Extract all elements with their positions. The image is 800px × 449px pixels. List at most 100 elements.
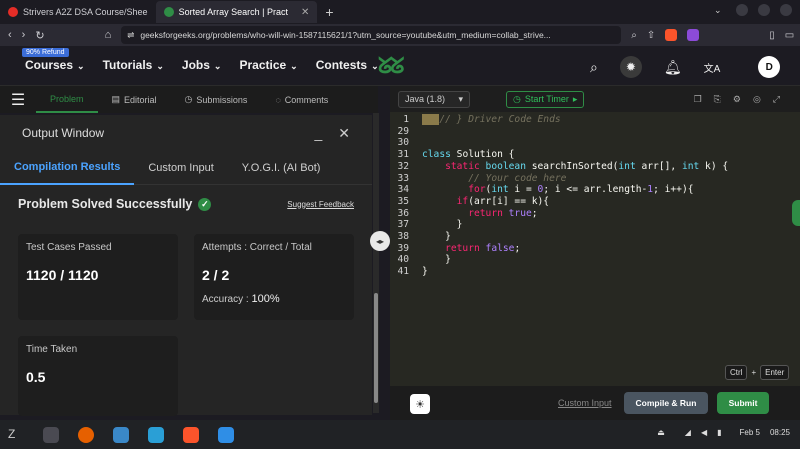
- code-line[interactable]: 34 for(int i = 0; i <= arr.length-1; i++…: [390, 184, 800, 196]
- theme-toggle-icon[interactable]: ✹: [619, 56, 642, 78]
- site-info-icon[interactable]: ⇌: [127, 30, 134, 41]
- time-label[interactable]: 08:25: [770, 428, 790, 437]
- reset-icon[interactable]: ⎘: [714, 94, 721, 105]
- code-line[interactable]: 41}: [390, 266, 800, 278]
- nav-contests[interactable]: Contests ⌄: [316, 58, 379, 72]
- line-number: 36: [397, 207, 409, 219]
- brave-shields-icon[interactable]: [665, 29, 678, 41]
- code-text: class Solution {: [422, 149, 515, 161]
- code-line[interactable]: 32 static boolean searchInSorted(int arr…: [390, 161, 800, 173]
- code-line[interactable]: 29: [390, 126, 800, 138]
- theme-icon[interactable]: ◎: [753, 94, 761, 105]
- nav-courses[interactable]: Courses ⌄: [25, 58, 85, 72]
- tab-custom-input[interactable]: Custom Input: [134, 151, 227, 185]
- minimize-button[interactable]: [736, 4, 748, 16]
- reload-icon[interactable]: ↻: [35, 29, 44, 42]
- new-tab-button[interactable]: +: [317, 4, 341, 20]
- eject-icon[interactable]: ⏏: [657, 428, 665, 437]
- custom-input-link[interactable]: Custom Input: [558, 398, 612, 408]
- start-timer-button[interactable]: ◷ Start Timer ▸: [506, 90, 585, 108]
- close-icon[interactable]: ✕: [338, 125, 350, 142]
- browser-tab-sorted-array[interactable]: Sorted Array Search | Pract ✕: [155, 1, 318, 23]
- minimize-icon[interactable]: _: [314, 125, 322, 142]
- nav-practice[interactable]: Practice ⌄: [239, 58, 297, 72]
- code-text: return false;: [445, 242, 521, 254]
- avatar[interactable]: D: [758, 56, 781, 78]
- files-icon[interactable]: [113, 426, 129, 443]
- bookmark-icon[interactable]: ⌂: [105, 29, 112, 41]
- date-label[interactable]: Feb 5: [740, 428, 760, 437]
- submit-button[interactable]: Submit: [717, 392, 769, 414]
- tab-editorial[interactable]: ▤ Editorial: [98, 86, 171, 113]
- scrollbar-thumb[interactable]: [374, 293, 378, 403]
- status-text: Problem Solved Successfully: [18, 197, 193, 211]
- forward-icon[interactable]: ›: [22, 29, 26, 41]
- code-text: }: [422, 219, 463, 231]
- url-text: geeksforgeeks.org/problems/who-will-win-…: [140, 30, 551, 40]
- workspace-icon[interactable]: [43, 426, 59, 443]
- chevron-down-icon: ⌄: [156, 61, 164, 71]
- battery-icon[interactable]: ▮: [717, 428, 721, 437]
- close-tab-icon[interactable]: ✕: [301, 7, 309, 18]
- address-bar[interactable]: ⇌ geeksforgeeks.org/problems/who-will-wi…: [121, 26, 622, 44]
- wifi-icon[interactable]: ◢: [685, 428, 691, 437]
- settings-icon[interactable]: ⚙: [733, 94, 741, 105]
- tab-submissions[interactable]: ◷ Submissions: [171, 86, 262, 113]
- suggest-feedback-link[interactable]: Suggest Feedback: [287, 200, 354, 209]
- tab-comments[interactable]: ◌ Comments: [261, 86, 342, 113]
- code-line[interactable]: 39 return false;: [390, 243, 800, 255]
- panel-resize-handle[interactable]: ◂▸: [370, 231, 390, 251]
- tab-yogi-ai-bot[interactable]: Y.O.G.I. (AI Bot): [228, 151, 335, 185]
- language-select[interactable]: Java (1.8) ▾: [398, 90, 470, 108]
- code-line[interactable]: 1 ===// } Driver Code Ends: [390, 114, 800, 126]
- brave-icon[interactable]: [183, 426, 199, 443]
- browser-tab-strivers[interactable]: Strivers A2Z DSA Course/Shee: [0, 1, 156, 23]
- output-window: Output Window _ ✕ Compilation Results Cu…: [0, 115, 372, 416]
- sidebar-icon[interactable]: ▯: [769, 30, 775, 41]
- tab-compilation-results[interactable]: Compilation Results: [0, 151, 135, 185]
- wallet-icon[interactable]: ▭: [785, 30, 794, 41]
- code-line[interactable]: 37 }: [390, 219, 800, 231]
- fullscreen-icon[interactable]: ⤢: [773, 94, 780, 105]
- header-icons: ⌕ ✹ 🔔︎ 文A D: [590, 56, 781, 78]
- gfg-logo[interactable]: ᘜᘜ: [378, 54, 405, 79]
- compile-run-button[interactable]: Compile & Run: [624, 392, 708, 414]
- nav-jobs[interactable]: Jobs ⌄: [182, 58, 222, 72]
- bell-icon[interactable]: 🔔︎: [664, 59, 682, 76]
- zoom-icon[interactable]: ⌕: [631, 30, 637, 41]
- code-line[interactable]: 38 }: [390, 231, 800, 243]
- code-line[interactable]: 31 class Solution {: [390, 149, 800, 161]
- software-store-icon[interactable]: [148, 426, 164, 443]
- volume-icon[interactable]: ◀: [701, 428, 707, 437]
- attempts-label: Attempts : Correct / Total: [202, 242, 312, 253]
- code-line[interactable]: 36 return true;: [390, 208, 800, 220]
- chat-icon[interactable]: ▣: [792, 200, 800, 226]
- chevron-down-icon[interactable]: ⌄: [714, 4, 726, 16]
- nav-tutorials[interactable]: Tutorials ⌄: [103, 58, 164, 72]
- zorin-menu-icon[interactable]: Z: [8, 427, 24, 443]
- code-line[interactable]: 35 if(arr[i] == k){: [390, 196, 800, 208]
- tab-label: Sorted Array Search | Pract: [178, 7, 288, 17]
- code-line[interactable]: 33 // Your code here: [390, 173, 800, 185]
- copy-icon[interactable]: ❐: [694, 94, 702, 105]
- close-window-button[interactable]: [780, 4, 792, 16]
- code-line[interactable]: 30: [390, 137, 800, 149]
- code-line[interactable]: 40 }: [390, 254, 800, 266]
- hint-bulb-icon[interactable]: ☀: [410, 394, 430, 414]
- firefox-icon[interactable]: [78, 426, 94, 443]
- code-text: static boolean searchInSorted(int arr[],…: [445, 160, 729, 172]
- code-text: }: [422, 231, 451, 242]
- tab-problem[interactable]: Problem: [36, 86, 98, 113]
- share-icon[interactable]: ⇧: [647, 30, 655, 41]
- back-icon[interactable]: ‹: [8, 29, 12, 41]
- translate-icon[interactable]: 文A: [704, 60, 721, 75]
- vscode-icon[interactable]: [218, 426, 234, 443]
- code-editor[interactable]: 1 ===// } Driver Code Ends 29 30 31 class Sol…: [390, 112, 800, 386]
- left-scrollbar[interactable]: [373, 113, 379, 413]
- main-nav: Courses ⌄ Tutorials ⌄ Jobs ⌄ Practice ⌄ Cont…: [25, 58, 379, 72]
- search-icon[interactable]: ⌕: [590, 59, 598, 76]
- hamburger-menu-icon[interactable]: ☰: [0, 90, 36, 110]
- maximize-button[interactable]: [758, 4, 770, 16]
- tab-label: Strivers A2Z DSA Course/Shee: [23, 7, 148, 17]
- brave-rewards-icon[interactable]: [687, 29, 700, 41]
